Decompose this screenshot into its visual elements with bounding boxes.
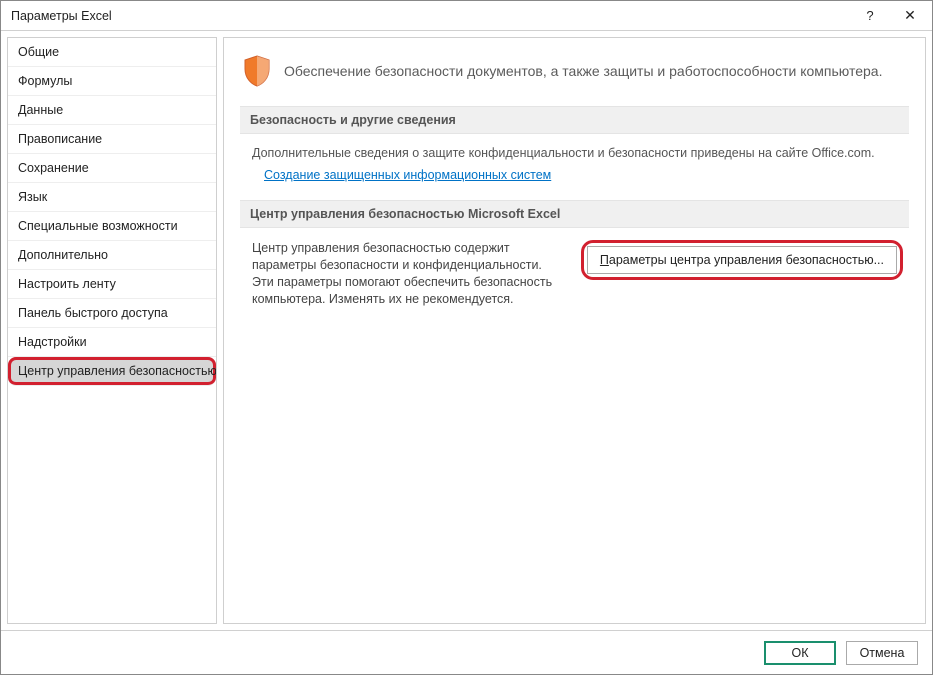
sidebar-item-data[interactable]: Данные bbox=[8, 96, 216, 125]
help-button[interactable]: ? bbox=[850, 2, 890, 30]
trusted-systems-link[interactable]: Создание защищенных информационных систе… bbox=[252, 168, 551, 182]
ok-button[interactable]: ОК bbox=[764, 641, 836, 665]
trust-center-button-accel: П bbox=[600, 253, 609, 267]
dialog-title: Параметры Excel bbox=[11, 9, 850, 23]
security-info-desc: Дополнительные сведения о защите конфиде… bbox=[252, 146, 903, 160]
intro-row: Обеспечение безопасности документов, а т… bbox=[240, 54, 909, 88]
trust-center-settings-button[interactable]: Параметры центра управления безопасность… bbox=[587, 246, 897, 274]
shield-icon bbox=[242, 54, 272, 88]
sidebar-item-language[interactable]: Язык bbox=[8, 183, 216, 212]
sidebar-item-trust-center[interactable]: Центр управления безопасностью bbox=[8, 357, 216, 386]
sidebar-item-accessibility[interactable]: Специальные возможности bbox=[8, 212, 216, 241]
sidebar-item-addins[interactable]: Надстройки bbox=[8, 328, 216, 357]
content-pane: Обеспечение безопасности документов, а т… bbox=[223, 37, 926, 624]
section-body-security-info: Дополнительные сведения о защите конфиде… bbox=[240, 144, 909, 200]
section-header-trust-center: Центр управления безопасностью Microsoft… bbox=[240, 200, 909, 228]
sidebar: Общие Формулы Данные Правописание Сохран… bbox=[7, 37, 217, 624]
dialog-body: Общие Формулы Данные Правописание Сохран… bbox=[1, 31, 932, 630]
titlebar: Параметры Excel ? ✕ bbox=[1, 1, 932, 31]
section-header-security-info: Безопасность и другие сведения bbox=[240, 106, 909, 134]
trust-center-button-label: араметры центра управления безопасностью… bbox=[609, 253, 884, 267]
sidebar-item-advanced[interactable]: Дополнительно bbox=[8, 241, 216, 270]
sidebar-item-formulas[interactable]: Формулы bbox=[8, 67, 216, 96]
trust-center-row: Центр управления безопасностью содержит … bbox=[252, 240, 903, 308]
sidebar-item-general[interactable]: Общие bbox=[8, 38, 216, 67]
trust-center-desc: Центр управления безопасностью содержит … bbox=[252, 240, 563, 308]
sidebar-item-customize-ribbon[interactable]: Настроить ленту bbox=[8, 270, 216, 299]
sidebar-item-save[interactable]: Сохранение bbox=[8, 154, 216, 183]
section-body-trust-center: Центр управления безопасностью содержит … bbox=[240, 238, 909, 326]
intro-text: Обеспечение безопасности документов, а т… bbox=[284, 63, 882, 79]
trust-center-button-highlight: Параметры центра управления безопасность… bbox=[581, 240, 903, 280]
sidebar-item-proofing[interactable]: Правописание bbox=[8, 125, 216, 154]
dialog-footer: ОК Отмена bbox=[1, 630, 932, 674]
excel-options-dialog: Параметры Excel ? ✕ Общие Формулы Данные… bbox=[0, 0, 933, 675]
close-button[interactable]: ✕ bbox=[890, 2, 930, 30]
sidebar-item-quick-access[interactable]: Панель быстрого доступа bbox=[8, 299, 216, 328]
cancel-button[interactable]: Отмена bbox=[846, 641, 918, 665]
